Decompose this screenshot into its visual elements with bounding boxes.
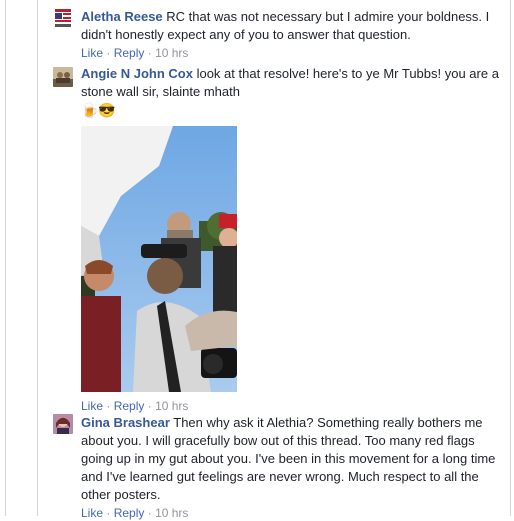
comment-actions: Like · Reply · 10 hrs: [81, 505, 502, 521]
timestamp[interactable]: 10 hrs: [155, 399, 188, 413]
comment-body: Gina Brashear Then why ask it Alethia? S…: [81, 414, 502, 521]
reply-link[interactable]: Reply: [114, 46, 145, 60]
emoji-beer-sunglasses: 🍺😎: [81, 102, 116, 118]
thread-rail-left: [5, 0, 6, 516]
comment-author-link[interactable]: Gina Brashear: [81, 415, 170, 430]
avatar[interactable]: [53, 414, 73, 434]
separator: ·: [106, 46, 111, 60]
separator: ·: [106, 399, 111, 413]
avatar[interactable]: [53, 67, 73, 87]
separator: ·: [147, 506, 152, 520]
separator: ·: [106, 506, 111, 520]
avatar[interactable]: [53, 8, 73, 28]
photo-crowd-image: [81, 126, 237, 392]
like-link[interactable]: Like: [81, 399, 103, 413]
timestamp[interactable]: 10 hrs: [155, 46, 188, 60]
comment-photo[interactable]: [81, 126, 237, 392]
like-link[interactable]: Like: [81, 46, 103, 60]
comment-actions: Like · Reply · 10 hrs: [81, 398, 502, 414]
thread-rail-right: [510, 0, 511, 516]
comment-author-link[interactable]: Angie N John Cox: [81, 66, 193, 81]
comment-actions: Like · Reply · 10 hrs: [81, 45, 502, 61]
comment-author-link[interactable]: Aletha Reese: [81, 9, 163, 24]
comment-body: Aletha Reese RC that was not necessary b…: [81, 8, 502, 61]
reply-link[interactable]: Reply: [114, 506, 145, 520]
timestamp[interactable]: 10 hrs: [155, 506, 188, 520]
like-link[interactable]: Like: [81, 506, 103, 520]
separator: ·: [147, 46, 152, 60]
reply-link[interactable]: Reply: [114, 399, 145, 413]
thread-rail-inner: [37, 0, 38, 516]
separator: ·: [147, 399, 152, 413]
comment-body: Angie N John Cox look at that resolve! h…: [81, 65, 502, 414]
